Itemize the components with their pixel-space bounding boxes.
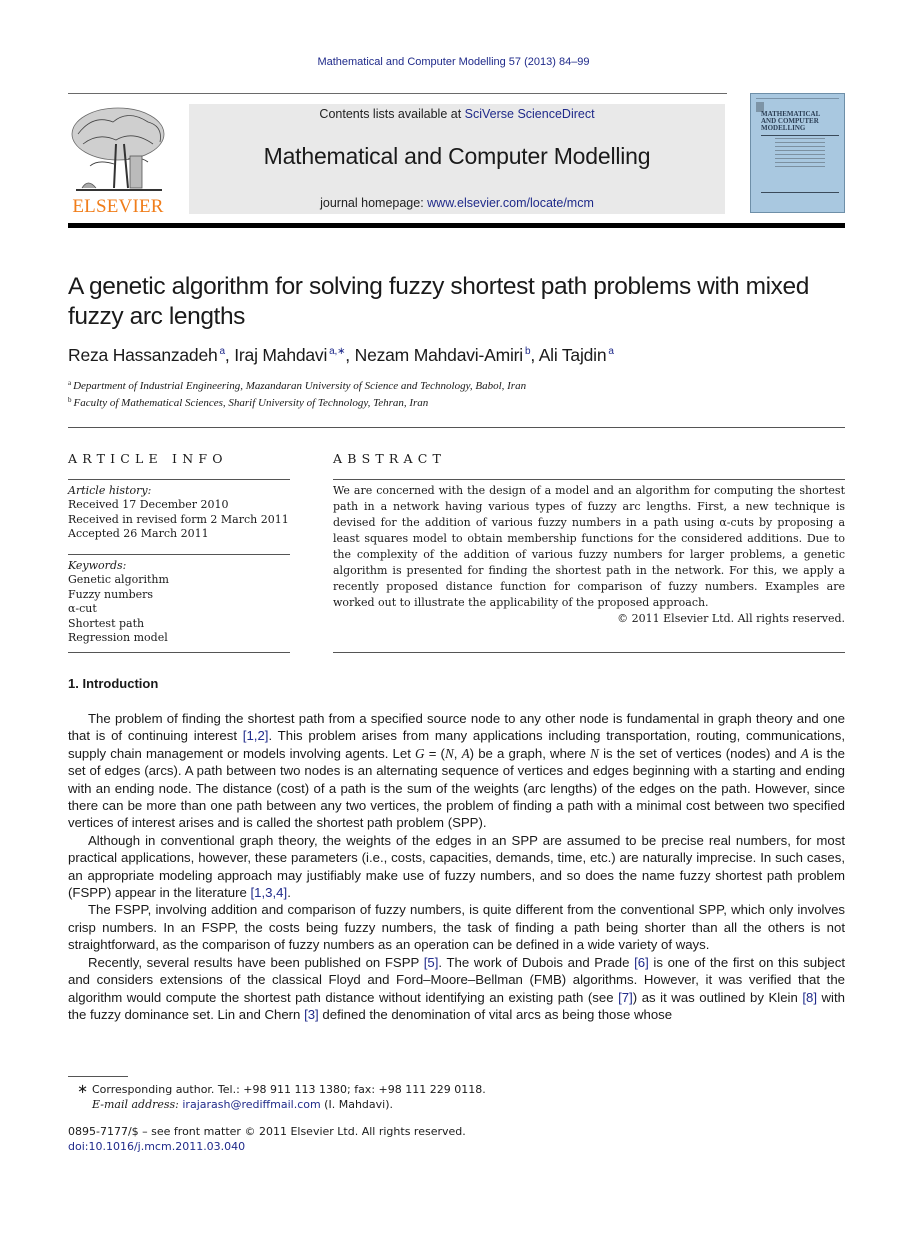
issn-line: 0895-7177/$ – see front matter © 2011 El… [68, 1125, 466, 1138]
keyword-item: Fuzzy numbers [68, 587, 154, 601]
math-symbol: A [800, 745, 809, 761]
affil-text: Department of Industrial Engineering, Ma… [73, 380, 527, 392]
intro-paragraph: Recently, several results have been publ… [68, 954, 845, 1024]
text-run: . [287, 885, 291, 901]
journal-homepage-link[interactable]: www.elsevier.com/locate/mcm [427, 196, 594, 210]
contents-prefix: Contents lists available at [319, 107, 465, 121]
article-info-heading: ARTICLE INFO [68, 451, 228, 466]
intro-paragraph: The problem of finding the shortest path… [68, 710, 845, 832]
math-symbol: A [461, 745, 470, 761]
affiliation-divider [68, 427, 845, 428]
citation-link[interactable]: [6] [634, 955, 649, 970]
text-run: = ( [424, 745, 445, 761]
abstract-rule [333, 479, 845, 480]
text-run: . The work of Dubois and Prade [438, 954, 635, 970]
abstract-bottom-rule [333, 652, 845, 653]
journal-banner: Contents lists available at SciVerse Sci… [189, 104, 725, 214]
elsevier-wordmark: ELSEVIER [72, 196, 164, 217]
author-name[interactable]: Iraj Mahdavi [234, 345, 327, 365]
keyword-item: Genetic algorithm [68, 573, 169, 587]
history-received: Received 17 December 2010 [68, 498, 229, 512]
journal-title: Mathematical and Computer Modelling [263, 143, 651, 169]
journal-homepage: journal homepage: www.elsevier.com/locat… [189, 196, 725, 210]
abstract-text: We are concerned with the design of a mo… [333, 484, 845, 609]
author-name[interactable]: Ali Tajdin [539, 345, 607, 365]
citation-link[interactable]: [5] [424, 955, 439, 970]
history-label: Article history: [68, 484, 152, 497]
citation-link[interactable]: [7] [618, 990, 633, 1005]
text-run: ) as it was outlined by Klein [632, 989, 803, 1005]
affiliation-b: b Faculty of Mathematical Sciences, Shari… [68, 396, 428, 409]
intro-paragraph: The FSPP, involving addition and compari… [68, 901, 845, 953]
introduction-body: The problem of finding the shortest path… [68, 710, 845, 1023]
abstract-heading: ABSTRACT [333, 451, 447, 466]
text-run: defined the denomination of vital arcs a… [318, 1006, 673, 1022]
article-info-rule [68, 479, 290, 480]
keywords-rule [68, 652, 290, 653]
history-revised: Received in revised form 2 March 2011 [68, 512, 289, 526]
email-label: E-mail address: [92, 1098, 183, 1111]
text-run: ) be a graph, where [469, 745, 591, 761]
text-run: Although in conventional graph theory, t… [68, 832, 845, 901]
keyword-item: α-cut [68, 602, 97, 616]
citation-link[interactable]: [1,3,4] [251, 885, 288, 900]
affil-marker: a [68, 379, 72, 387]
doi-container: doi:10.1016/j.mcm.2011.03.040 [68, 1140, 245, 1153]
cover-title: MATHEMATICAL AND COMPUTER MODELLING [761, 110, 821, 132]
author-name[interactable]: Reza Hassanzadeh [68, 345, 218, 365]
author-affil-marker[interactable]: a [608, 346, 614, 357]
author-affil-marker[interactable]: a [220, 346, 226, 357]
email-link[interactable]: irajarash@rediffmail.com [182, 1098, 320, 1111]
cover-top-line [756, 98, 839, 102]
citation-link[interactable]: [1,2] [243, 728, 269, 743]
article-title: A genetic algorithm for solving fuzzy sh… [68, 273, 809, 330]
footnote-email: E-mail address: irajarash@rediffmail.com… [92, 1098, 393, 1111]
header-top-rule [68, 93, 727, 94]
author-name[interactable]: Nezam Mahdavi-Amiri [355, 345, 524, 365]
author-affil-marker[interactable]: b [525, 346, 531, 357]
corresponding-text: Corresponding author. Tel.: +98 911 113 … [92, 1083, 486, 1096]
keywords: Keywords: Genetic algorithm Fuzzy number… [68, 559, 169, 645]
text-run: , [453, 745, 462, 761]
header-thick-rule [68, 223, 845, 228]
email-suffix: (I. Mahdavi). [320, 1098, 393, 1111]
keyword-item: Regression model [68, 631, 168, 645]
abstract-body: We are concerned with the design of a mo… [333, 483, 845, 627]
keyword-item: Shortest path [68, 616, 145, 630]
article-history: Article history: Received 17 December 20… [68, 484, 289, 542]
footnote-rule [68, 1076, 128, 1077]
intro-paragraph: Although in conventional graph theory, t… [68, 832, 845, 902]
cover-editorial-lines [775, 138, 825, 170]
footnote-corresponding: ∗ Corresponding author. Tel.: +98 911 113… [68, 1082, 486, 1097]
citation-link[interactable]: [8] [802, 990, 817, 1005]
doi-link[interactable]: doi:10.1016/j.mcm.2011.03.040 [68, 1140, 245, 1153]
homepage-prefix: journal homepage: [320, 196, 428, 210]
text-run: The FSPP, involving addition and compari… [68, 902, 845, 953]
sciencedirect-link[interactable]: SciVerse ScienceDirect [465, 107, 595, 121]
abstract-copyright: © 2011 Elsevier Ltd. All rights reserved… [617, 612, 845, 625]
text-run: Recently, several results have been publ… [88, 954, 424, 970]
affiliation-a: a Department of Industrial Engineering, M… [68, 379, 526, 392]
text-run: is the set of vertices (nodes) and [598, 745, 801, 761]
history-rule [68, 554, 290, 555]
cover-rule [761, 135, 839, 136]
asterisk-icon: ∗ [77, 1082, 88, 1097]
contents-availability: Contents lists available at SciVerse Sci… [189, 107, 725, 121]
author-affil-marker[interactable]: a,∗ [329, 346, 345, 357]
cover-rule-bottom [761, 192, 839, 193]
affil-text: Faculty of Mathematical Sciences, Sharif… [73, 397, 429, 409]
affil-marker: b [68, 396, 72, 404]
history-accepted: Accepted 26 March 2011 [68, 527, 209, 541]
math-symbol: G [415, 745, 425, 761]
keywords-label: Keywords: [68, 559, 127, 572]
author-list: Reza Hassanzadeh a, Iraj Mahdavi a,∗, Neza… [68, 345, 614, 365]
running-head-journal-citation[interactable]: Mathematical and Computer Modelling 57 (… [0, 56, 907, 68]
math-symbol: N [590, 745, 599, 761]
math-symbol: N [444, 745, 454, 761]
journal-cover-thumbnail[interactable]: MATHEMATICAL AND COMPUTER MODELLING [750, 93, 845, 213]
citation-link[interactable]: [3] [304, 1007, 319, 1022]
section-heading-introduction: 1. Introduction [68, 676, 159, 691]
